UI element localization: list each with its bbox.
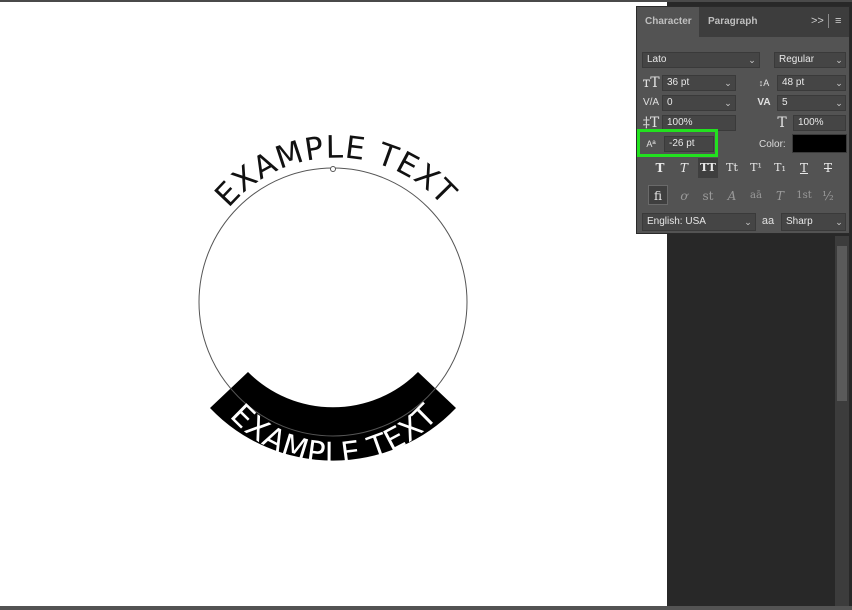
strikethrough-button[interactable]: T <box>818 158 838 178</box>
tab-character[interactable]: Character <box>637 7 699 37</box>
tab-divider <box>828 14 829 28</box>
font-style-value: Regular <box>779 54 815 65</box>
titling-alternates-button[interactable]: T <box>770 186 790 206</box>
language-value: English: USA <box>647 216 706 227</box>
chevron-down-icon[interactable]: ⌄ <box>832 214 846 230</box>
leading-icon: ↕A <box>758 78 770 88</box>
panel-tab-bar: Character Paragraph >> ≡ <box>637 7 849 37</box>
scrollbar-thumb[interactable] <box>837 246 847 401</box>
vertical-scale-value: 100% <box>667 117 693 128</box>
top-border <box>0 0 852 2</box>
artwork: EXAMPLE TEXT EXAMPLE TEXT <box>198 129 468 472</box>
bottom-border <box>0 606 852 610</box>
antialias-value: Sharp <box>786 216 813 227</box>
tracking-value: 5 <box>782 97 788 108</box>
old-style-button[interactable]: ơ <box>674 186 694 206</box>
chevron-down-icon[interactable]: ⌄ <box>741 214 755 230</box>
faux-italic-button[interactable]: T <box>674 158 694 178</box>
collapse-panel-icon[interactable]: >> <box>811 15 824 27</box>
highlight-box <box>637 129 718 157</box>
kerning-icon: V/A <box>642 97 660 108</box>
chevron-down-icon[interactable]: ⌄ <box>721 95 735 111</box>
horizontal-scale-icon: T <box>777 115 787 131</box>
antialias-icon: aa <box>761 215 775 227</box>
stylistic-alternates-button[interactable]: aā <box>746 186 766 206</box>
color-swatch[interactable] <box>792 134 847 153</box>
top-arc-text: EXAMPLE TEXT <box>208 129 463 213</box>
leading-value: 48 pt <box>782 77 805 88</box>
kerning-value: 0 <box>667 97 673 108</box>
horizontal-scale-value: 100% <box>798 117 824 128</box>
document-canvas[interactable]: EXAMPLE TEXT EXAMPLE TEXT <box>0 0 667 610</box>
fractions-button[interactable]: ½ <box>818 186 838 206</box>
tab-paragraph[interactable]: Paragraph <box>700 7 768 37</box>
color-label: Color: <box>759 139 786 150</box>
ordinals-button[interactable]: 1st <box>794 186 814 206</box>
tracking-icon: VA <box>757 97 771 108</box>
chevron-down-icon[interactable]: ⌄ <box>745 52 759 68</box>
path-anchor <box>330 166 336 172</box>
horizontal-scale-field[interactable]: 100% <box>793 115 846 131</box>
subscript-button[interactable]: T₁ <box>770 158 790 178</box>
font-family-value: Lato <box>647 54 667 65</box>
faux-bold-button[interactable]: T <box>650 158 670 178</box>
font-size-value: 36 pt <box>667 77 690 88</box>
underline-button[interactable]: T <box>794 158 814 178</box>
superscript-button[interactable]: T¹ <box>746 158 766 178</box>
all-caps-button[interactable]: TT <box>698 158 718 178</box>
font-family-select[interactable]: Lato <box>642 52 760 68</box>
chevron-down-icon[interactable]: ⌄ <box>832 75 846 91</box>
ligatures-button[interactable]: fi <box>648 185 668 205</box>
discretionary-ligatures-button[interactable]: st <box>698 186 718 206</box>
language-select[interactable]: English: USA <box>642 213 756 231</box>
swash-button[interactable]: A <box>722 186 742 206</box>
chevron-down-icon[interactable]: ⌄ <box>721 75 735 91</box>
font-size-icon: ᴛT <box>642 75 660 91</box>
chevron-down-icon[interactable]: ⌄ <box>832 52 846 68</box>
small-caps-button[interactable]: Tt <box>722 158 742 178</box>
chevron-down-icon[interactable]: ⌄ <box>832 95 846 111</box>
panel-menu-icon[interactable]: ≡ <box>835 15 841 27</box>
